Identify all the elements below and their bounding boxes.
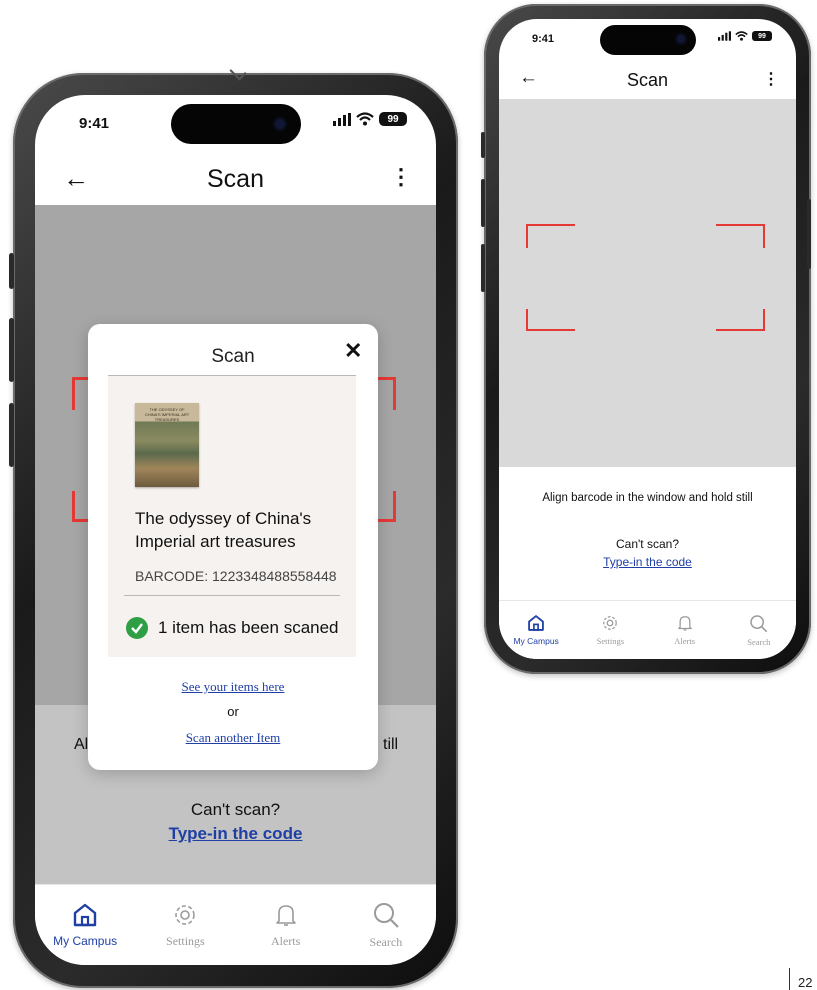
- battery-icon: 99: [379, 112, 407, 126]
- back-arrow-icon[interactable]: ←: [519, 67, 538, 89]
- divider: [108, 375, 356, 376]
- search-icon: [750, 614, 768, 632]
- dynamic-island: [171, 104, 301, 144]
- dialog-title: Scan: [211, 346, 255, 367]
- type-in-code-row: Type-in the code: [499, 553, 796, 571]
- side-button: [807, 199, 811, 269]
- side-button: [9, 403, 14, 467]
- tab-alerts[interactable]: Alerts: [648, 601, 722, 659]
- home-icon: [528, 615, 544, 631]
- large-phone-screen: 9:41 99 ← Scan ⋮ Al till Can't scan? Typ…: [35, 95, 436, 965]
- type-in-code-link[interactable]: Type-in the code: [169, 824, 303, 843]
- tab-search[interactable]: Search: [722, 601, 796, 659]
- bottom-tab-bar: My Campus Settings Alerts Search: [35, 884, 436, 965]
- side-button: [9, 253, 14, 289]
- bell-icon: [275, 904, 296, 926]
- more-menu-icon[interactable]: ⋮: [390, 164, 412, 190]
- dynamic-island: [600, 25, 696, 55]
- see-items-row: See your items here: [88, 678, 378, 696]
- scan-status-text: 1 item has been scaned: [158, 618, 339, 637]
- book-title: The odyssey of China's Imperial art trea…: [135, 507, 311, 553]
- scan-result-dialog: Scan ✕ THE ODYSSEY OF CHINA'S IMPERIAL A…: [88, 324, 378, 770]
- cant-scan-label: Can't scan?: [616, 537, 679, 551]
- wifi-icon: [356, 112, 374, 126]
- scan-frame-corner: [375, 377, 396, 410]
- camera-icon: [275, 119, 285, 129]
- tab-settings[interactable]: Settings: [573, 601, 647, 659]
- more-menu-icon[interactable]: ⋮: [763, 69, 779, 89]
- book-title-line: Imperial art treasures: [135, 532, 296, 551]
- scan-frame-corner: [716, 224, 765, 248]
- app-bar: ← Scan ⋮: [499, 61, 796, 99]
- tab-my-campus[interactable]: My Campus: [35, 885, 135, 965]
- barcode-text: BARCODE: 1223348488558448: [135, 568, 337, 584]
- scan-frame-corner: [526, 224, 575, 248]
- scan-another-link[interactable]: Scan another Item: [186, 730, 281, 745]
- signal-icon: [333, 112, 351, 126]
- book-cover-image: THE ODYSSEY OF CHINA'S IMPERIAL ART TREA…: [135, 403, 199, 487]
- book-title-line: The odyssey of China's: [135, 509, 312, 528]
- scan-status: 1 item has been scaned: [126, 617, 339, 639]
- page-number: 22: [798, 975, 813, 990]
- tab-label: Alerts: [270, 933, 301, 948]
- tab-my-campus[interactable]: My Campus: [499, 601, 573, 659]
- scan-frame-corner: [375, 491, 396, 522]
- back-arrow-icon[interactable]: ←: [63, 163, 89, 194]
- bottom-tab-bar: My Campus Settings Alerts Search: [499, 600, 796, 659]
- large-phone-frame: 9:41 99 ← Scan ⋮ Al till Can't scan? Typ…: [9, 63, 458, 988]
- status-time: 9:41: [532, 33, 555, 45]
- search-icon: [373, 902, 399, 928]
- small-phone-screen: 9:41 99 ← Scan ⋮ Align barcode in the wi…: [499, 19, 796, 659]
- camera-icon: [677, 35, 685, 43]
- status-icons: 99: [718, 31, 772, 41]
- cant-scan-label: Can't scan?: [190, 800, 281, 819]
- page-title: Scan: [626, 69, 669, 90]
- scanned-item-card: THE ODYSSEY OF CHINA'S IMPERIAL ART TREA…: [108, 375, 356, 657]
- side-button: [481, 244, 485, 292]
- bell-icon: [677, 616, 692, 631]
- scan-another-row: Scan another Item: [88, 729, 378, 747]
- tab-settings[interactable]: Settings: [135, 885, 235, 965]
- tab-label: Settings: [166, 933, 205, 948]
- check-circle-icon: [126, 617, 148, 639]
- tab-alerts[interactable]: Alerts: [236, 885, 336, 965]
- tab-label: My Campus: [53, 934, 118, 948]
- page-number-divider: [789, 968, 790, 990]
- tab-label: My Campus: [513, 636, 559, 646]
- type-in-code-row: Type-in the code: [35, 824, 436, 844]
- scanner-viewfinder: [499, 99, 796, 467]
- type-in-code-link[interactable]: Type-in the code: [603, 555, 692, 569]
- wifi-icon: [735, 31, 748, 41]
- app-bar: ← Scan ⋮: [35, 153, 436, 205]
- side-button: [481, 132, 485, 158]
- tab-label: Search: [369, 934, 403, 949]
- divider: [124, 595, 340, 596]
- scan-frame-corner: [526, 309, 575, 331]
- signal-icon: [718, 31, 731, 41]
- tab-label: Alerts: [674, 636, 696, 646]
- side-button: [481, 179, 485, 227]
- small-phone-frame: 9:41 99 ← Scan ⋮ Align barcode in the wi…: [481, 4, 811, 674]
- speaker-notch: [229, 63, 247, 81]
- instruction-text-left: Al: [74, 736, 89, 753]
- close-icon[interactable]: ✕: [344, 338, 362, 364]
- page-title: Scan: [207, 164, 264, 193]
- status-icons: 99: [333, 112, 407, 126]
- side-button: [9, 318, 14, 382]
- status-time: 9:41: [79, 115, 110, 132]
- tab-label: Search: [747, 636, 771, 647]
- book-cover-text: THE ODYSSEY OF CHINA'S IMPERIAL ART TREA…: [144, 407, 190, 422]
- gear-icon: [603, 616, 618, 630]
- or-label: or: [227, 704, 239, 719]
- gear-icon: [175, 904, 196, 925]
- home-icon: [73, 903, 97, 927]
- battery-icon: 99: [752, 31, 772, 41]
- see-items-link[interactable]: See your items here: [182, 679, 285, 694]
- instruction-text: Align barcode in the window and hold sti…: [542, 492, 753, 504]
- tab-label: Settings: [596, 636, 625, 646]
- scan-frame-corner: [716, 309, 765, 331]
- tab-search[interactable]: Search: [336, 885, 436, 965]
- instruction-text-right: till: [383, 736, 399, 753]
